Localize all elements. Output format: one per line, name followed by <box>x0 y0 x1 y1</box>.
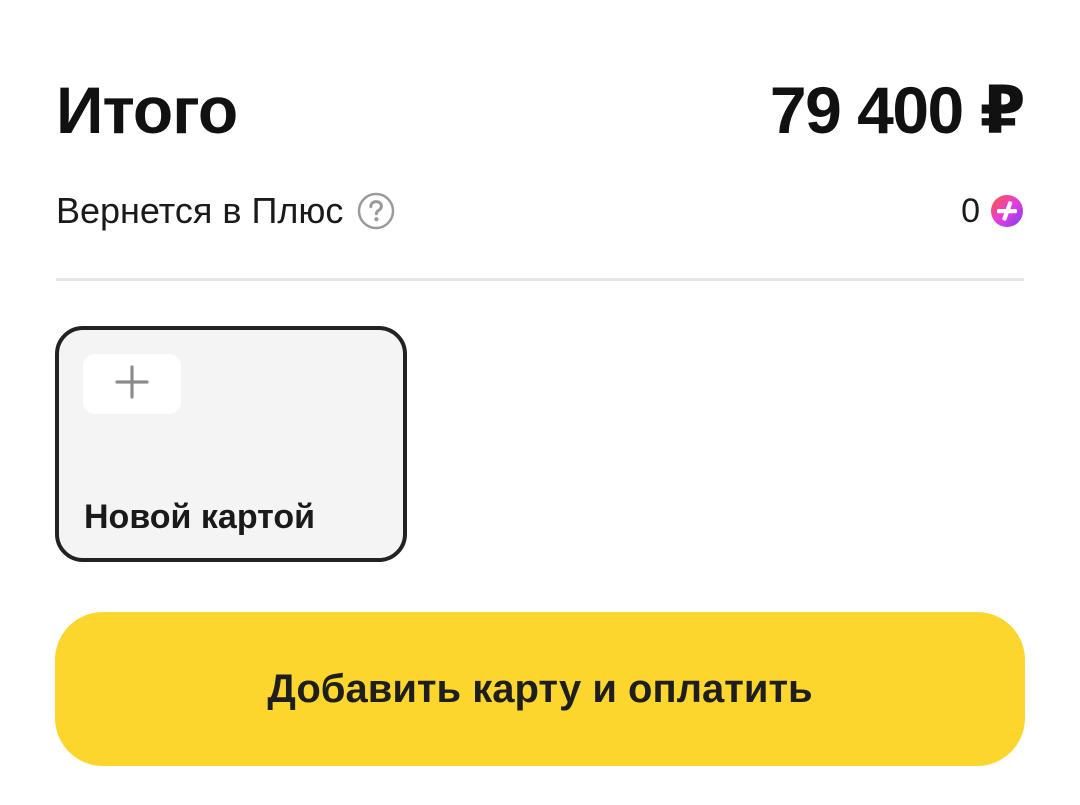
add-card-and-pay-button[interactable]: Добавить карту и оплатить <box>55 612 1025 766</box>
add-card-and-pay-label: Добавить карту и оплатить <box>267 666 813 711</box>
total-row: Итого 79 400 ₽ <box>56 70 1026 150</box>
add-card-icon-box <box>83 354 181 414</box>
plus-cashback-right: 0 <box>961 192 1024 231</box>
plus-icon <box>115 364 149 404</box>
plus-cashback-label: Вернется в Плюс <box>56 190 344 231</box>
plus-cashback-value: 0 <box>961 191 980 230</box>
question-circle-icon[interactable] <box>357 192 395 230</box>
total-amount: 79 400 ₽ <box>769 72 1026 147</box>
plus-points-icon <box>990 194 1024 228</box>
plus-cashback-left: Вернется в Плюс <box>56 190 395 232</box>
total-label: Итого <box>56 73 238 147</box>
plus-cashback-row: Вернется в Плюс 0 <box>56 186 1024 236</box>
new-card-label: Новой картой <box>84 498 316 536</box>
new-card-option[interactable]: Новой картой <box>55 326 407 562</box>
divider <box>56 278 1024 281</box>
